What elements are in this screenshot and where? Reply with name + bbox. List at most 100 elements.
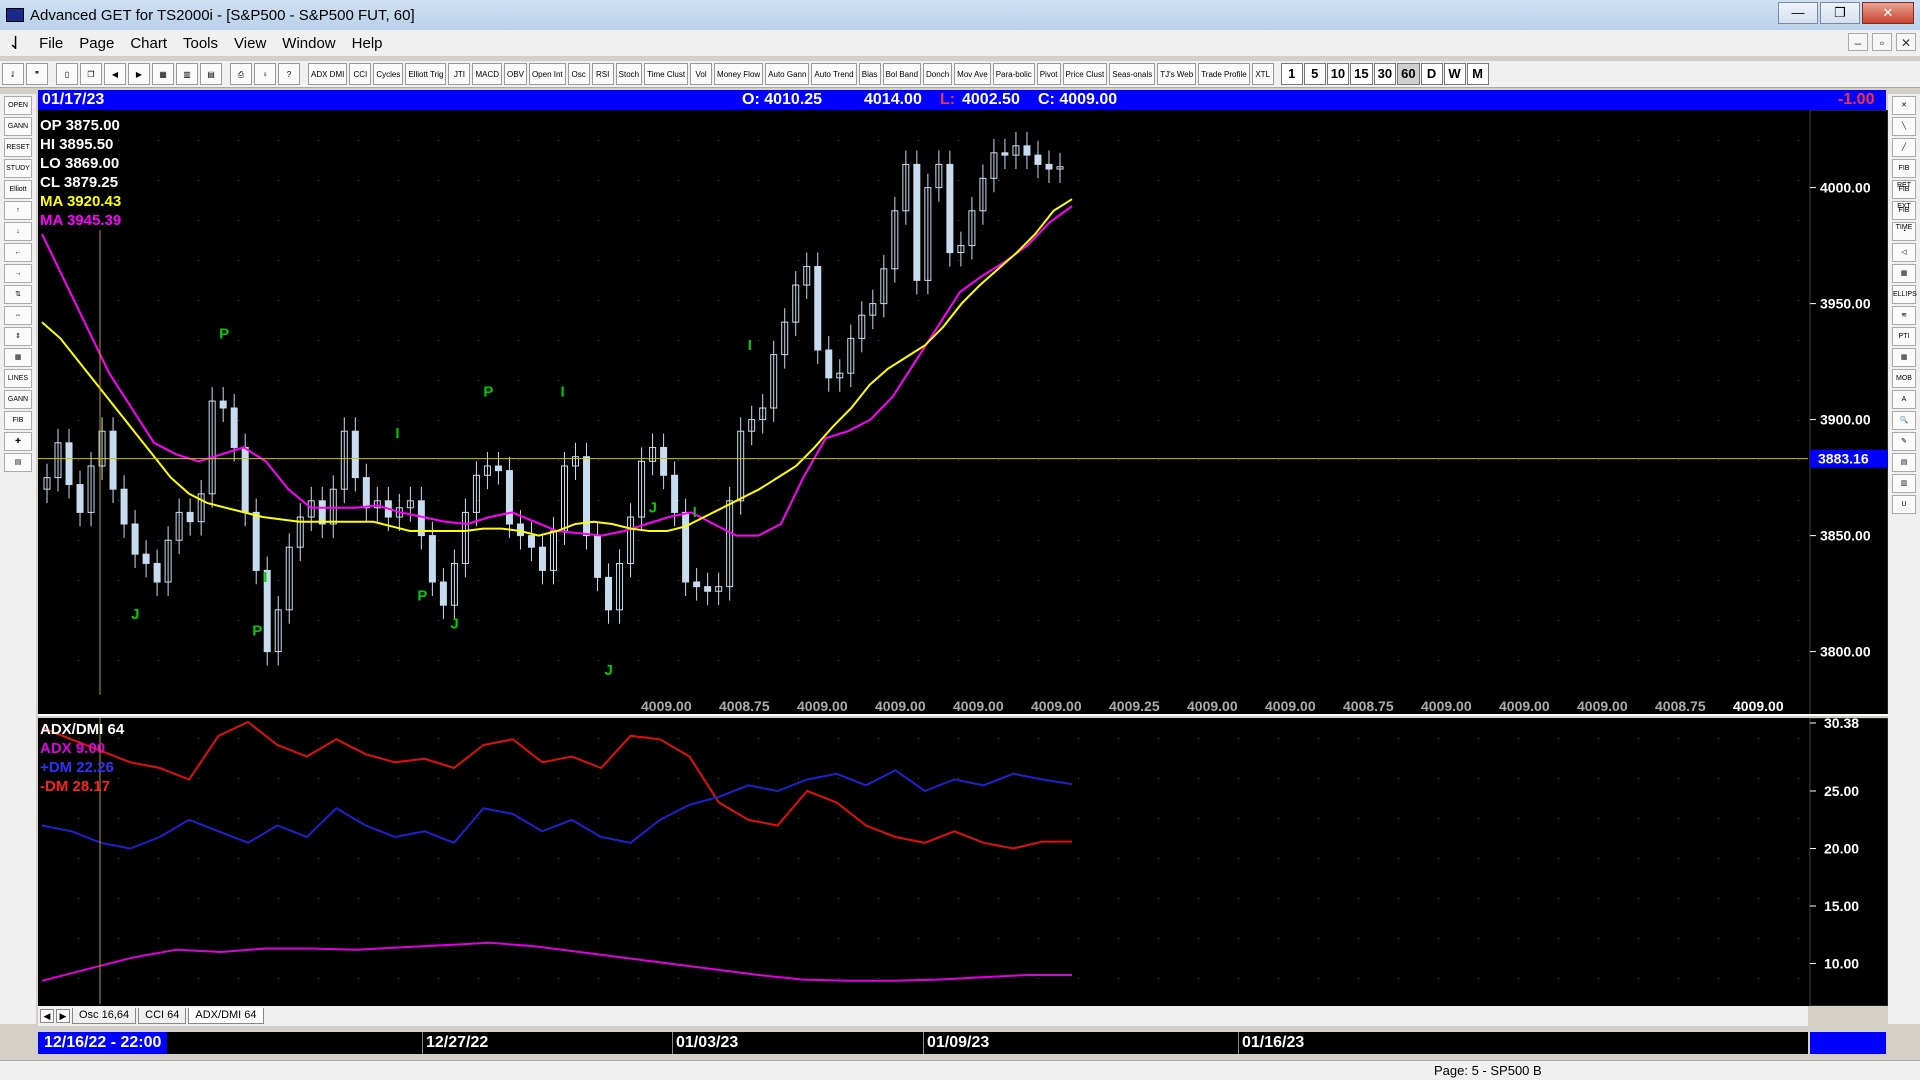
study-button-macd[interactable]: MACD [472, 63, 503, 85]
menu-page[interactable]: Page [71, 35, 122, 52]
study-button-cycles[interactable]: Cycles [373, 63, 404, 85]
back-icon[interactable]: ◀ [104, 63, 126, 85]
right-tools-button[interactable]: ▦ [1892, 348, 1916, 367]
left-tools-button[interactable]: → [4, 264, 32, 283]
left-tools-button[interactable]: FIB [4, 411, 32, 430]
menu-view[interactable]: View [226, 35, 274, 52]
left-tools-button[interactable]: GANN [4, 390, 32, 409]
minimize-button[interactable]: — [1778, 2, 1818, 24]
left-tools-button[interactable]: ↓ [4, 222, 32, 241]
study-button-stoch[interactable]: Stoch [615, 63, 643, 85]
dmi-chart[interactable]: 30.38 25.00 20.00 15.00 10.00 [38, 718, 1888, 1006]
period-button-d[interactable]: D [1420, 63, 1443, 85]
help-icon[interactable]: ? [278, 63, 300, 85]
right-tools-button[interactable]: ✕ [1892, 96, 1916, 115]
menu-tools[interactable]: Tools [175, 35, 226, 52]
left-tools-button[interactable]: ▦ [4, 348, 32, 367]
study-button-xtl[interactable]: XTL [1251, 63, 1274, 85]
period-button-w[interactable]: W [1443, 63, 1466, 85]
right-tools-button[interactable]: FIB RET [1892, 159, 1916, 189]
right-tools-button[interactable]: PTI [1892, 327, 1916, 346]
left-tools-button[interactable]: ✚ [4, 432, 32, 451]
right-tools-button[interactable]: ╱ [1892, 138, 1916, 157]
study-button-osc[interactable]: Osc [567, 63, 590, 85]
period-button-5[interactable]: 5 [1303, 63, 1326, 85]
tab-osc[interactable]: Osc 16,64 [72, 1008, 137, 1024]
tab-adx-dmi[interactable]: ADX/DMI 64 [188, 1008, 264, 1024]
right-tools-button[interactable]: ◁ [1892, 243, 1916, 262]
left-tools-button[interactable]: ↑ [4, 201, 32, 220]
study-button-time-clust[interactable]: Time Clust [644, 63, 689, 85]
left-tools-button[interactable]: ⇕ [4, 327, 32, 346]
study-button-vol[interactable]: Vol [690, 63, 713, 85]
study-button-tj-s-web[interactable]: TJ's Web [1157, 63, 1197, 85]
right-tools-button[interactable]: A [1892, 390, 1916, 409]
study-button-cci[interactable]: CCI [349, 63, 372, 85]
maximize-button[interactable]: ❐ [1820, 2, 1860, 24]
study-button-auto-trend[interactable]: Auto Trend [811, 63, 857, 85]
left-tools-button[interactable]: ⇔ [4, 306, 32, 325]
period-button-10[interactable]: 10 [1326, 63, 1350, 85]
forward-icon[interactable]: ▶ [128, 63, 150, 85]
menu-chart[interactable]: Chart [122, 35, 175, 52]
menu-file[interactable]: File [31, 35, 71, 52]
study-button-elliott-trig[interactable]: Elliott Trig [405, 63, 447, 85]
right-tools-button[interactable]: 🔍 [1892, 411, 1916, 430]
study-button-open-int[interactable]: Open Int [528, 63, 566, 85]
new-page-icon[interactable]: ▯ [56, 63, 78, 85]
left-tools-button[interactable]: RESET [4, 138, 32, 157]
copy-icon[interactable]: ❐ [80, 63, 102, 85]
study-button-para-bolic[interactable]: Para-bolic [992, 63, 1035, 85]
study-button-price-clust[interactable]: Price Clust [1062, 63, 1108, 85]
left-tools-button[interactable]: ⇅ [4, 285, 32, 304]
mdi-close-button[interactable]: ✕ [1896, 33, 1916, 51]
period-button-m[interactable]: M [1466, 63, 1489, 85]
left-tools-button[interactable]: LINES [4, 369, 32, 388]
menu-help[interactable]: Help [344, 35, 391, 52]
tab-prev-button[interactable]: ◀ [40, 1009, 54, 1023]
grid-icon[interactable]: ▥ [176, 63, 198, 85]
left-tools-button[interactable]: OPEN [4, 96, 32, 115]
mdi-restore-button[interactable]: ▫ [1872, 33, 1892, 51]
cascade-icon[interactable]: ▤ [200, 63, 222, 85]
period-button-1[interactable]: 1 [1280, 63, 1303, 85]
right-tools-button[interactable]: ▦ [1892, 264, 1916, 283]
menu-window[interactable]: Window [274, 35, 343, 52]
right-tools-button[interactable]: FIB EXT [1892, 180, 1916, 210]
study-button-money-flow[interactable]: Money Flow [714, 63, 764, 85]
study-button-jti[interactable]: JTI [448, 63, 471, 85]
period-button-60[interactable]: 60 [1397, 63, 1420, 85]
print-icon[interactable]: ⎙ [230, 63, 252, 85]
study-button-auto-gann[interactable]: Auto Gann [765, 63, 810, 85]
mdi-minimize-button[interactable]: – [1848, 33, 1868, 51]
left-tools-button[interactable]: GANN [4, 117, 32, 136]
tab-next-button[interactable]: ▶ [56, 1009, 70, 1023]
right-tools-button[interactable]: MOB [1892, 369, 1916, 388]
right-tools-button[interactable]: ╲ [1892, 117, 1916, 136]
study-button-bol-band[interactable]: Bol Band [882, 63, 922, 85]
left-tools-button[interactable]: ▤ [4, 453, 32, 472]
tile-icon[interactable]: ▦ [152, 63, 174, 85]
study-button-trade-profile[interactable]: Trade Profile [1198, 63, 1250, 85]
tab-cci[interactable]: CCI 64 [138, 1008, 187, 1024]
right-tools-button[interactable]: ▥ [1892, 474, 1916, 493]
study-button-adx-dmi[interactable]: ADX DMI [308, 63, 348, 85]
tip-icon[interactable]: ♀ [254, 63, 276, 85]
right-tools-button[interactable]: ≋ [1892, 306, 1916, 325]
price-chart[interactable]: 4000.00 3950.00 3900.00 3850.00 3800.00 3883.… [38, 110, 1888, 716]
study-button-mov-ave[interactable]: Mov Ave [954, 63, 991, 85]
left-tools-button[interactable]: STUDY [4, 159, 32, 178]
left-tools-button[interactable]: Elliott [4, 180, 32, 199]
right-tools-button[interactable]: FIB TIME [1892, 201, 1916, 231]
page-icon[interactable]: ⇃ [0, 33, 31, 54]
right-tools-button[interactable]: ELLIPS [1892, 285, 1917, 304]
study-button-obv[interactable]: OBV [504, 63, 527, 85]
left-tools-button[interactable]: ← [4, 243, 32, 262]
right-tools-button[interactable]: U [1892, 495, 1916, 514]
study-button-donch[interactable]: Donch [923, 63, 953, 85]
study-button-bias[interactable]: Bias [858, 63, 881, 85]
right-tools-button[interactable]: ✎ [1892, 432, 1916, 451]
period-button-15[interactable]: 15 [1350, 63, 1373, 85]
period-button-30[interactable]: 30 [1373, 63, 1397, 85]
close-button[interactable]: ✕ [1862, 2, 1914, 24]
